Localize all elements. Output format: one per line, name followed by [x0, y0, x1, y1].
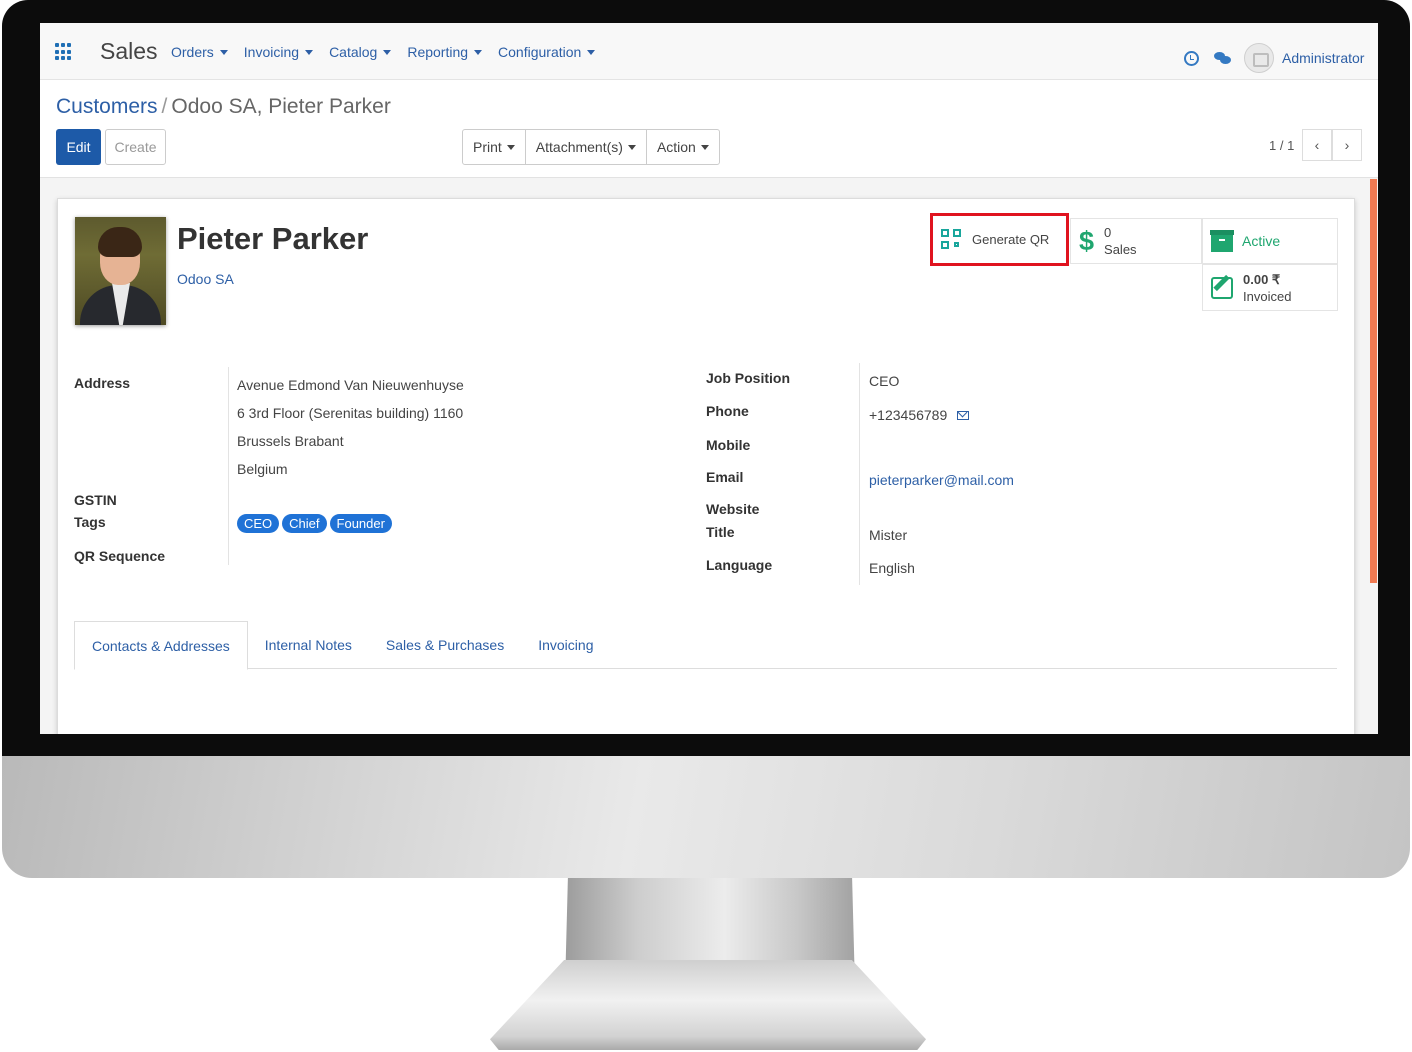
pencil-square-icon [1211, 276, 1233, 299]
archive-icon [1210, 230, 1234, 252]
sales-stat-button[interactable]: $ 0 Sales [1070, 218, 1202, 264]
notebook-tabs: Contacts & Addresses Internal Notes Sale… [74, 621, 1337, 670]
tab-invoicing[interactable]: Invoicing [521, 621, 610, 669]
email-label: Email [706, 469, 744, 485]
photo-hair [98, 227, 142, 257]
monitor-chin [2, 756, 1410, 878]
tab-contacts-addresses[interactable]: Contacts & Addresses [74, 621, 248, 670]
tag-ceo[interactable]: CEO [237, 514, 280, 533]
sales-label: Sales [1104, 242, 1137, 257]
tab-internal-notes[interactable]: Internal Notes [248, 621, 369, 669]
field-divider-right [859, 363, 860, 585]
field-divider-left [228, 367, 229, 565]
phone-value: +123456789 [869, 407, 970, 423]
active-toggle-button[interactable]: Active [1202, 218, 1338, 264]
form-viewport: Pieter Parker Odoo SA Generate QR $ 0 Sa… [40, 23, 1378, 734]
company-link[interactable]: Odoo SA [177, 271, 234, 287]
website-label: Website [706, 501, 760, 517]
language-value: English [869, 560, 915, 576]
tags-label: Tags [74, 514, 106, 530]
address-line-2: 6 3rd Floor (Serenitas building) 1160 [237, 405, 464, 421]
generate-qr-button[interactable]: Generate QR [930, 213, 1069, 266]
tag-founder[interactable]: Founder [329, 514, 392, 533]
invoiced-label: Invoiced [1243, 288, 1292, 304]
phone-number[interactable]: +123456789 [869, 407, 947, 423]
partner-name: Pieter Parker [177, 221, 369, 256]
dollar-icon: $ [1079, 225, 1095, 256]
tab-sales-purchases[interactable]: Sales & Purchases [369, 621, 521, 669]
tags-list: CEO Chief Founder [237, 514, 395, 533]
job-position-label: Job Position [706, 370, 790, 386]
invoiced-amount: 0.00 ₹ [1243, 271, 1281, 287]
address-line-4: Belgium [237, 461, 288, 477]
sales-count: 0 [1104, 225, 1112, 240]
tag-chief[interactable]: Chief [282, 514, 327, 533]
mobile-label: Mobile [706, 437, 751, 453]
email-link[interactable]: pieterparker@mail.com [869, 472, 1014, 488]
qr-sequence-label: QR Sequence [74, 548, 166, 564]
address-line-1: Avenue Edmond Van Nieuwenhuyse [237, 377, 464, 393]
phone-label: Phone [706, 403, 749, 419]
partner-photo[interactable] [75, 217, 166, 325]
title-label: Title [706, 524, 735, 540]
monitor-stand-base [490, 960, 926, 1050]
address-line-3: Brussels Brabant [237, 433, 344, 449]
address-label: Address [74, 375, 131, 391]
title-value: Mister [869, 527, 908, 543]
language-label: Language [706, 557, 773, 573]
invoiced-stat-button[interactable]: 0.00 ₹ Invoiced [1202, 264, 1338, 311]
active-label: Active [1242, 233, 1281, 249]
generate-qr-label: Generate QR [972, 232, 1050, 247]
qr-code-icon [941, 229, 962, 250]
gstin-label: GSTIN [74, 492, 117, 508]
envelope-icon[interactable] [957, 411, 970, 420]
job-position-value: CEO [869, 373, 900, 389]
monitor-mockup: Sales Orders Invoicing Catalog Reporting… [0, 0, 1412, 1052]
